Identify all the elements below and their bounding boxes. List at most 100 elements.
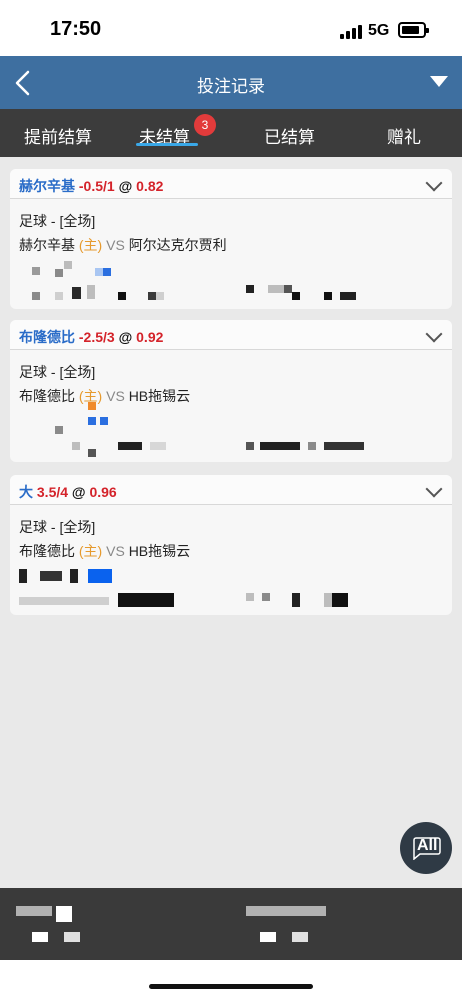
redacted-block <box>260 442 300 450</box>
redacted-block <box>55 426 63 434</box>
bottom-summary-bar <box>0 888 462 960</box>
home-tag: (主) <box>78 543 103 559</box>
redacted-block <box>40 571 62 581</box>
chevron-down-icon[interactable] <box>425 325 443 343</box>
redacted-block <box>103 268 111 276</box>
vs-label: VS <box>106 388 125 404</box>
away-team: HB拖锡云 <box>128 543 191 559</box>
redacted-block <box>292 932 308 942</box>
nav-bar: 投注记录 <box>0 56 462 109</box>
redacted-block <box>246 285 254 293</box>
tab-early-settle[interactable]: 提前结算 <box>24 123 92 148</box>
redacted-block <box>308 442 316 450</box>
away-team: HB拖锡云 <box>128 388 191 404</box>
tab-settled[interactable]: 已结算 <box>264 123 315 148</box>
tab-bar: 提前结算 未结算 3 已结算 赠礼 <box>0 109 462 157</box>
vs-label: VS <box>106 237 125 253</box>
bet-odds: 0.92 <box>136 329 164 345</box>
home-team: 布隆德比 <box>19 388 75 404</box>
chevron-down-icon[interactable] <box>425 174 443 192</box>
bet-card[interactable]: 布隆德比 -2.5/3 @ 0.92 足球 - [全场] 布隆德比 (主) VS… <box>10 320 452 462</box>
redacted-block <box>284 285 292 293</box>
redacted-block <box>150 442 166 450</box>
redacted-block <box>88 417 96 425</box>
redacted-block <box>332 593 348 607</box>
bet-selection-line: 大 3.5/4 @ 0.96 <box>19 482 117 502</box>
match-line: 布隆德比 (主) VS HB拖锡云 <box>19 541 190 561</box>
bet-card-header[interactable]: 赫尔辛基 -0.5/1 @ 0.82 <box>10 169 452 199</box>
redacted-block <box>56 906 72 922</box>
redacted-block <box>246 906 326 916</box>
redacted-block <box>19 569 27 583</box>
status-bar: 17:50 5G <box>0 0 462 56</box>
bet-selection: 大 <box>19 484 33 500</box>
home-tag: (主) <box>78 237 103 253</box>
network-label: 5G <box>368 22 390 39</box>
redacted-block <box>64 261 72 269</box>
redacted-block <box>72 442 80 450</box>
home-indicator-area <box>0 960 462 1000</box>
bet-odds: 0.82 <box>136 178 164 194</box>
redacted-block <box>88 449 96 457</box>
match-line: 赫尔辛基 (主) VS 阿尔达克尔贾利 <box>19 235 227 255</box>
bet-card-header[interactable]: 大 3.5/4 @ 0.96 <box>10 475 452 505</box>
redacted-block <box>118 442 142 450</box>
redacted-block <box>87 285 95 299</box>
redacted-block <box>292 593 300 607</box>
redacted-block <box>32 932 48 942</box>
bet-at-sign: @ <box>118 178 133 194</box>
redacted-block <box>246 593 254 601</box>
bet-handicap: 3.5/4 <box>36 484 69 500</box>
bet-handicap: -0.5/1 <box>78 178 115 194</box>
sport-market: 足球 - [全场] <box>19 519 96 535</box>
home-team: 赫尔辛基 <box>19 237 75 253</box>
redacted-block <box>148 292 156 300</box>
tab-gifts[interactable]: 赠礼 <box>387 123 421 148</box>
redacted-block <box>88 402 96 410</box>
redacted-block <box>118 593 174 607</box>
redacted-block <box>64 932 80 942</box>
unsettled-count-badge: 3 <box>194 114 216 136</box>
redacted-block <box>268 285 284 293</box>
chevron-down-icon[interactable] <box>425 480 443 498</box>
redacted-block <box>324 292 332 300</box>
bet-card-header[interactable]: 布隆德比 -2.5/3 @ 0.92 <box>10 320 452 350</box>
bet-selection-line: 布隆德比 -2.5/3 @ 0.92 <box>19 327 163 347</box>
bet-handicap: -2.5/3 <box>78 329 115 345</box>
redacted-block <box>32 292 40 300</box>
bet-at-sign: @ <box>118 329 133 345</box>
redacted-block <box>55 269 63 277</box>
bet-selection: 赫尔辛基 <box>19 178 75 194</box>
redacted-block <box>246 442 254 450</box>
bet-card[interactable]: 赫尔辛基 -0.5/1 @ 0.82 足球 - [全场] 赫尔辛基 (主) VS… <box>10 169 452 309</box>
redacted-block <box>260 932 276 942</box>
home-indicator[interactable] <box>149 984 313 989</box>
bet-at-sign: @ <box>71 484 86 500</box>
redacted-block <box>19 597 109 605</box>
redacted-block <box>340 292 356 300</box>
dropdown-triangle-icon[interactable] <box>430 76 448 87</box>
vs-label: VS <box>106 543 125 559</box>
bet-selection-line: 赫尔辛基 -0.5/1 @ 0.82 <box>19 176 163 196</box>
redacted-block <box>55 292 63 300</box>
battery-icon <box>398 22 429 38</box>
sport-market: 足球 - [全场] <box>19 364 96 380</box>
redacted-block <box>70 569 78 583</box>
redacted-block <box>118 292 126 300</box>
sport-market: 足球 - [全场] <box>19 213 96 229</box>
redacted-block <box>324 593 332 607</box>
bet-selection: 布隆德比 <box>19 329 75 345</box>
redacted-block <box>32 267 40 275</box>
redacted-block <box>292 292 300 300</box>
match-line: 布隆德比 (主) VS HB拖锡云 <box>19 386 190 406</box>
signal-icon <box>340 23 362 39</box>
active-tab-indicator <box>136 143 198 146</box>
redacted-block <box>16 906 52 916</box>
redacted-block <box>72 287 81 299</box>
all-bets-fab[interactable]: All <box>400 822 452 874</box>
home-team: 布隆德比 <box>19 543 75 559</box>
redacted-block <box>324 442 364 450</box>
redacted-block <box>88 569 112 583</box>
redacted-block <box>100 417 108 425</box>
bet-card[interactable]: 大 3.5/4 @ 0.96 足球 - [全场] 布隆德比 (主) VS HB拖… <box>10 475 452 615</box>
